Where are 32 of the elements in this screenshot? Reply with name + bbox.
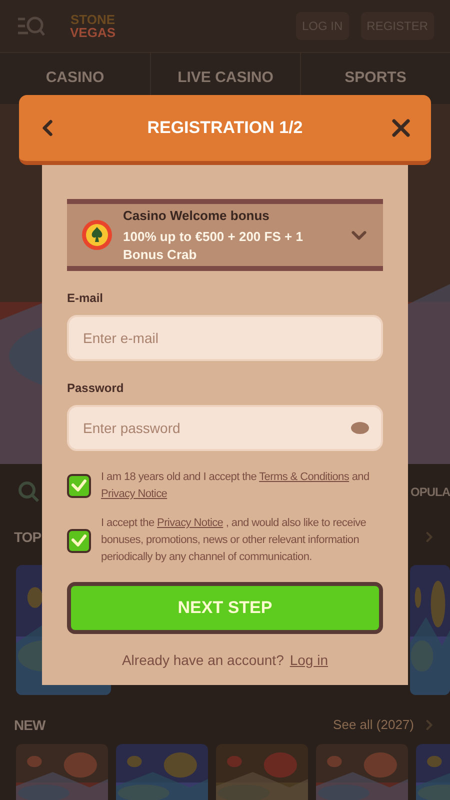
consent-text: I am 18 years old and I accept the Terms & Conditions and Privacy Notice (101, 470, 370, 502)
field-label: E-mail (67, 290, 104, 307)
poker-chip-icon (81, 219, 113, 251)
bonus-title: Casino Welcome bonus (123, 206, 270, 225)
login-link[interactable]: Log in (290, 650, 328, 671)
close-icon (392, 119, 410, 137)
close-button[interactable] (389, 116, 413, 140)
consent-link[interactable]: Terms & Conditions (259, 471, 350, 483)
consent-link[interactable]: Privacy Notice (157, 517, 224, 529)
section-title: TOP (14, 528, 42, 546)
checkbox[interactable] (67, 528, 91, 552)
nav-tab[interactable]: CASINO (46, 67, 104, 90)
consent-link[interactable]: Privacy Notice (101, 488, 168, 500)
modal-title: REGISTRATION 1/2 (146, 117, 304, 140)
password-field[interactable]: Enter password (67, 405, 383, 451)
logo[interactable]: STONE VEGAS (66, 13, 120, 39)
category-label[interactable]: OPULA (410, 483, 450, 501)
see-all-link[interactable]: See all (2027) (333, 715, 414, 735)
nav-tab[interactable]: SPORTS (344, 67, 406, 90)
section-title: NEW (14, 716, 46, 734)
check-icon (71, 534, 87, 548)
email-field[interactable]: Enter e-mail (67, 315, 383, 361)
consent-text: I accept the Privacy Notice , and would also like to receive bonuses, promotions, news or other relevant information periodically by any channel of communication. (101, 516, 368, 565)
next-step-button[interactable]: NEXT STEP (67, 582, 383, 634)
bonus-selector[interactable]: Casino Welcome bonus 100% up to €500 + 200 FS + 1 Bonus Crab (67, 199, 383, 271)
login-prompt: Already have an account? (122, 651, 284, 670)
bonus-offer: 100% up to €500 + 200 FS + 1 Bonus Crab (123, 228, 304, 264)
check-icon (71, 479, 87, 493)
nav-tab[interactable]: LIVE CASINO (178, 67, 274, 90)
checkbox[interactable] (67, 474, 91, 498)
eye-icon[interactable] (351, 422, 369, 434)
field-label: Password (67, 380, 125, 397)
